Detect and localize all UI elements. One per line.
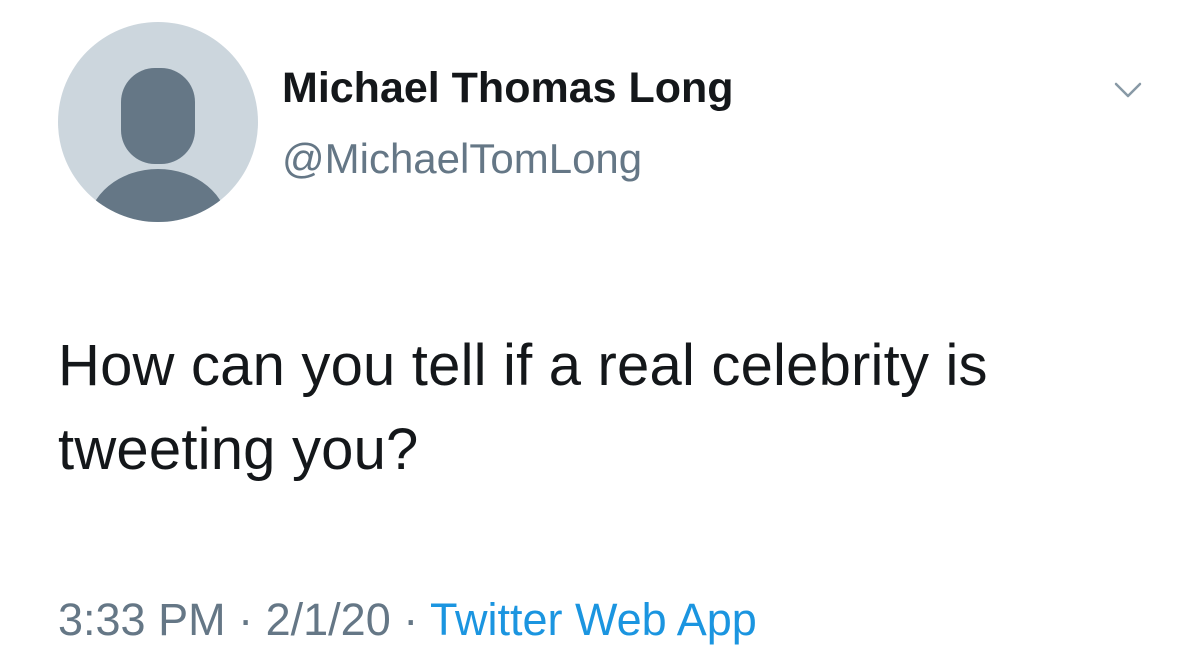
tweet-meta: 3:33 PM · 2/1/20 · Twitter Web App xyxy=(58,592,757,648)
tweet-menu-button[interactable] xyxy=(1108,72,1148,108)
avatar[interactable] xyxy=(58,22,258,222)
tweet-text: How can you tell if a real celebrity is … xyxy=(58,333,988,482)
chevron-down-icon xyxy=(1114,82,1142,98)
default-profile-avatar-icon xyxy=(58,22,258,222)
author-display-name[interactable]: Michael Thomas Long xyxy=(282,62,734,114)
tweet-source-link[interactable]: Twitter Web App xyxy=(430,594,757,645)
meta-separator: · xyxy=(238,594,254,645)
tweet-date[interactable]: 2/1/20 xyxy=(266,594,391,645)
meta-separator: · xyxy=(403,594,419,645)
tweet-time[interactable]: 3:33 PM xyxy=(58,594,226,645)
tweet-card: Michael Thomas Long @MichaelTomLong How … xyxy=(0,0,1200,669)
author-handle[interactable]: @MichaelTomLong xyxy=(282,134,642,184)
